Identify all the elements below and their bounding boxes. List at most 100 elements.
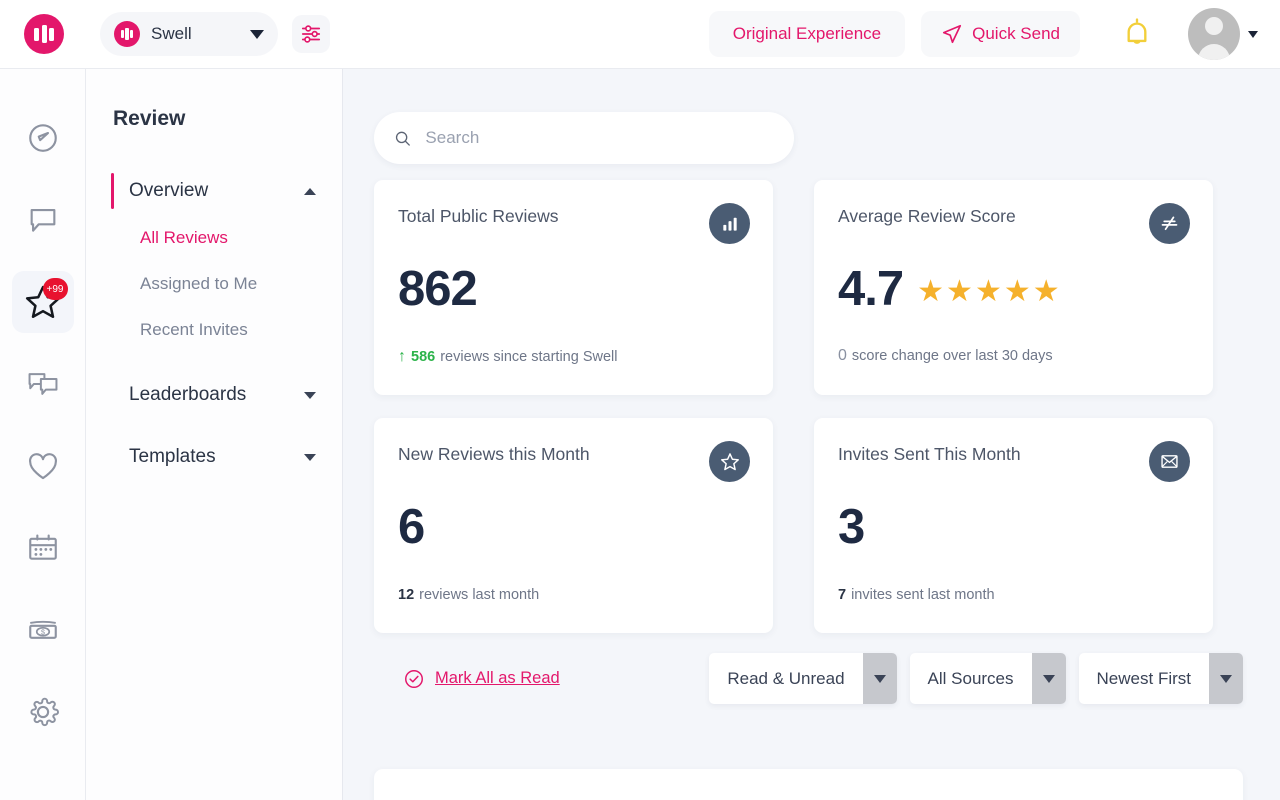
select-value: Read & Unread xyxy=(727,668,845,688)
rail-item-dashboard[interactable] xyxy=(12,107,74,169)
chevron-down-icon xyxy=(1248,30,1258,38)
chevron-down-icon[interactable] xyxy=(1031,653,1066,704)
filter-toolbar: Mark All as Read Read & Unread All Sourc… xyxy=(374,653,1243,704)
star-outline-icon xyxy=(709,441,750,482)
card-foot-number: 7 xyxy=(838,587,847,603)
select-read-status[interactable]: Read & Unread xyxy=(709,653,897,704)
main-content: Total Public Reviews 862 ↑ xyxy=(343,69,1280,800)
rail-item-conversations[interactable] xyxy=(12,353,74,415)
card-title: Average Review Score xyxy=(838,206,1016,226)
top-bar: Swell Original Experience Quick Send xyxy=(0,0,1280,69)
chevron-up-icon xyxy=(304,187,316,195)
card-footnote: 7 invites sent last month xyxy=(838,587,995,603)
notifications-button[interactable] xyxy=(1120,16,1154,52)
sidebar: Review Overview All Reviews Assigned to … xyxy=(86,69,343,800)
select-value: Newest First xyxy=(1096,668,1191,688)
heart-icon xyxy=(28,453,57,480)
select-source[interactable]: All Sources xyxy=(909,653,1066,704)
stat-cards: Total Public Reviews 862 ↑ 586 reviews s… xyxy=(374,180,1243,656)
card-total-public-reviews: Total Public Reviews 862 ↑ 586 reviews s… xyxy=(374,180,773,395)
original-experience-button[interactable]: Original Experience xyxy=(708,11,906,57)
bar-chart-icon xyxy=(709,203,750,244)
sidebar-group-label: Overview xyxy=(129,180,209,201)
mark-all-as-read-label: Mark All as Read xyxy=(435,669,560,687)
original-experience-label: Original Experience xyxy=(732,24,882,43)
money-icon: $ xyxy=(28,620,57,639)
mark-all-as-read-button[interactable]: Mark All as Read xyxy=(403,668,560,690)
quick-send-button[interactable]: Quick Send xyxy=(921,11,1080,57)
card-value: 6 xyxy=(398,500,425,554)
card-value: 4.7 xyxy=(838,262,904,316)
sidebar-item-label: All Reviews xyxy=(140,228,228,247)
search-input[interactable] xyxy=(425,128,774,148)
icon-rail: +99 $ xyxy=(0,69,86,800)
select-sort-order[interactable]: Newest First xyxy=(1078,653,1243,704)
sidebar-item-recent-invites[interactable]: Recent Invites xyxy=(86,307,342,353)
dashboard-gauge-icon xyxy=(28,124,57,152)
star-icon: ★ xyxy=(974,275,1002,308)
app-root: Swell Original Experience Quick Send +99… xyxy=(0,0,1280,800)
rail-item-calendar[interactable] xyxy=(12,517,74,579)
rail-item-messages[interactable] xyxy=(12,189,74,251)
star-icon: ★ xyxy=(1032,275,1060,308)
card-value: 862 xyxy=(398,262,478,316)
rail-item-reviews[interactable]: +99 xyxy=(11,271,74,333)
chevron-down-icon xyxy=(250,29,264,39)
workspace-logo-icon xyxy=(114,21,140,47)
filter-settings-button[interactable] xyxy=(292,15,330,53)
card-foot-number: 12 xyxy=(398,587,415,603)
star-icon: ★ xyxy=(917,275,945,308)
chevron-down-icon xyxy=(304,453,316,461)
sidebar-group-overview[interactable]: Overview xyxy=(86,167,342,215)
sidebar-group-label: Templates xyxy=(129,446,216,467)
chat-bubble-icon xyxy=(30,209,55,232)
sidebar-group-leaderboards[interactable]: Leaderboards xyxy=(86,371,342,419)
sidebar-item-assigned-to-me[interactable]: Assigned to Me xyxy=(86,261,342,307)
workspace-selector[interactable]: Swell xyxy=(100,12,278,56)
sidebar-group-templates[interactable]: Templates xyxy=(86,433,342,481)
rail-item-payments[interactable]: $ xyxy=(12,599,74,661)
user-menu[interactable] xyxy=(1188,8,1258,60)
score-and-stars: 4.7 ★ ★ ★ ★ ★ xyxy=(838,265,1189,314)
card-invites-sent-this-month: Invites Sent This Month 3 7 invites sent… xyxy=(814,418,1213,633)
star-rating: ★ ★ ★ ★ ★ xyxy=(917,277,1060,307)
chevron-down-icon[interactable] xyxy=(1209,653,1243,704)
search-bar[interactable] xyxy=(374,112,794,164)
review-list-panel xyxy=(374,769,1243,800)
bell-icon xyxy=(1127,18,1147,44)
card-foot-text: score change over last 30 days xyxy=(851,348,1053,364)
rail-item-settings[interactable] xyxy=(12,681,74,743)
card-foot-text: reviews last month xyxy=(419,587,540,603)
sidebar-item-all-reviews[interactable]: All Reviews xyxy=(86,215,342,261)
workspace-name: Swell xyxy=(151,24,192,43)
sidebar-item-label: Recent Invites xyxy=(140,320,248,339)
card-footnote: 0 score change over last 30 days xyxy=(838,347,1053,365)
chevron-down-icon xyxy=(304,391,316,399)
top-bar-actions: Original Experience Quick Send xyxy=(708,8,1280,60)
search-icon xyxy=(395,131,410,146)
send-paper-plane-icon xyxy=(943,24,962,44)
brand-logo[interactable] xyxy=(0,14,88,54)
stat-card-row: Total Public Reviews 862 ↑ 586 reviews s… xyxy=(374,180,1243,395)
rail-badge-count: +99 xyxy=(42,278,68,300)
card-title: Total Public Reviews xyxy=(398,206,559,226)
sidebar-item-label: Assigned to Me xyxy=(140,274,258,293)
not-equal-icon xyxy=(1149,203,1190,244)
star-icon: ★ xyxy=(946,275,973,308)
sliders-icon xyxy=(301,25,321,43)
card-foot-number: 0 xyxy=(838,347,847,364)
card-average-review-score: Average Review Score 4.7 ★ ★ ★ ★ ★ 0 sco… xyxy=(814,180,1213,395)
chevron-down-icon[interactable] xyxy=(862,653,897,704)
active-indicator xyxy=(111,173,114,209)
sidebar-title: Review xyxy=(113,107,186,130)
card-value: 3 xyxy=(838,500,865,554)
card-foot-number: 586 xyxy=(411,349,436,365)
gear-icon xyxy=(29,697,59,727)
avatar xyxy=(1188,8,1240,60)
filter-selects: Read & Unread All Sources Newest First xyxy=(709,653,1243,704)
rail-item-favorites[interactable] xyxy=(12,435,74,497)
messages-icon xyxy=(28,373,57,395)
check-circle-icon xyxy=(405,669,423,688)
swell-logo-icon xyxy=(24,14,64,54)
svg-text:$: $ xyxy=(41,628,45,636)
